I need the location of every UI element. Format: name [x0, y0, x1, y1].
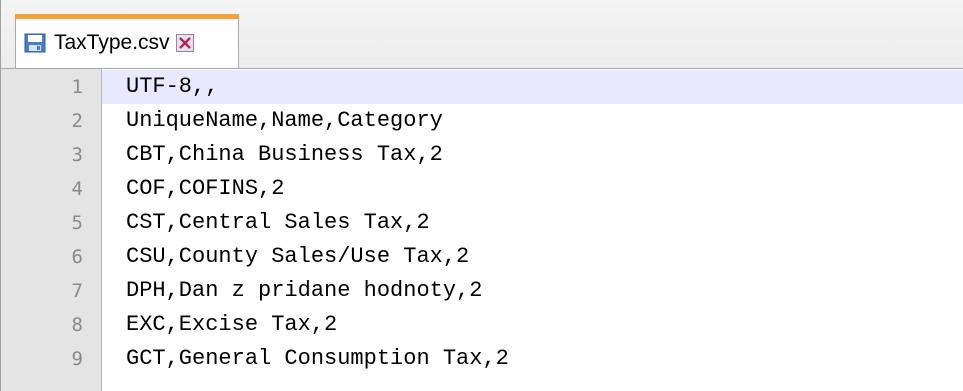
code-editor[interactable]: 1 UTF-8,, 2 UniqueName,Name,Category 3 CBT,Ch…	[1, 69, 963, 391]
current-line[interactable]: 1 UTF-8,,	[1, 70, 963, 104]
editor-line[interactable]: 3 CBT,China Business Tax,2	[1, 138, 963, 172]
line-number: 4	[71, 178, 83, 200]
line-number: 8	[71, 314, 83, 336]
line-text[interactable]: COF,COFINS,2	[126, 172, 284, 206]
save-icon	[24, 33, 46, 53]
editor-line[interactable]: 8 EXC,Excise Tax,2	[1, 308, 963, 342]
line-number: 9	[71, 348, 83, 370]
editor-window: TaxType.csv 1 UTF-8,, 2 UniqueName,Name,Cat…	[0, 0, 963, 391]
editor-line[interactable]: 7 DPH,Dan z pridane hodnoty,2	[1, 274, 963, 308]
line-text[interactable]: UniqueName,Name,Category	[126, 104, 443, 138]
current-line-highlight	[102, 70, 963, 104]
line-number: 3	[71, 144, 83, 166]
line-text[interactable]: CSU,County Sales/Use Tax,2	[126, 240, 469, 274]
editor-line[interactable]: 5 CST,Central Sales Tax,2	[1, 206, 963, 240]
line-text[interactable]: EXC,Excise Tax,2	[126, 308, 337, 342]
line-text[interactable]: CST,Central Sales Tax,2	[126, 206, 430, 240]
close-icon[interactable]	[175, 33, 194, 52]
tab-label: TaxType.csv	[54, 30, 170, 54]
line-text[interactable]: DPH,Dan z pridane hodnoty,2	[126, 274, 482, 308]
line-number: 1	[71, 76, 83, 98]
line-number: 2	[71, 110, 83, 132]
tab-taxtype-csv[interactable]: TaxType.csv	[15, 14, 239, 68]
line-number: 7	[71, 280, 83, 302]
line-text[interactable]: CBT,China Business Tax,2	[126, 138, 443, 172]
editor-line[interactable]: 2 UniqueName,Name,Category	[1, 104, 963, 138]
line-number: 6	[71, 246, 83, 268]
line-text[interactable]: UTF-8,,	[126, 70, 218, 104]
tab-strip: TaxType.csv	[1, 0, 963, 69]
editor-line[interactable]: 6 CSU,County Sales/Use Tax,2	[1, 240, 963, 274]
editor-line[interactable]: 4 COF,COFINS,2	[1, 172, 963, 206]
line-number: 5	[71, 212, 83, 234]
editor-line[interactable]: 9 GCT,General Consumption Tax,2	[1, 342, 963, 376]
line-text[interactable]: GCT,General Consumption Tax,2	[126, 342, 509, 376]
